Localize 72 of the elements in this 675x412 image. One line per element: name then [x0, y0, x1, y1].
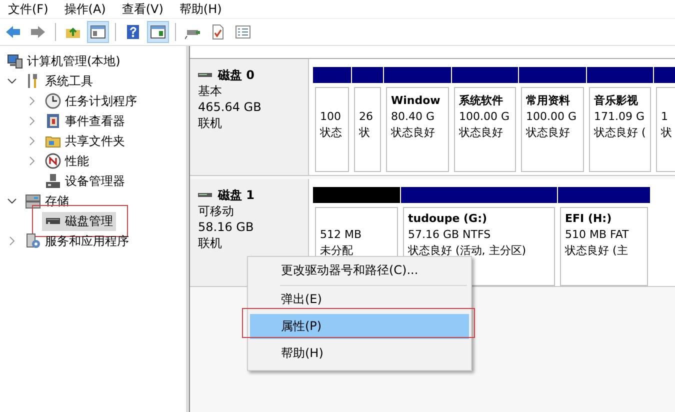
disk-name: 磁盘 0 — [218, 67, 255, 83]
partition-status: 状态良好 — [526, 125, 571, 141]
device-icon — [45, 173, 61, 189]
partition-status: 状态良好 ( — [594, 125, 647, 141]
partition-box[interactable]: Window 80.40 G 状态良好 — [386, 87, 449, 172]
tree-item[interactable]: 性能 — [42, 152, 92, 170]
storage-icon — [25, 193, 41, 209]
partition-status: 状 — [359, 125, 371, 141]
menu-item[interactable]: 操作(A) — [62, 0, 108, 18]
tree-item[interactable]: 设备管理器 — [42, 172, 128, 190]
checked-page-icon — [210, 24, 226, 40]
toolbar-button[interactable] — [147, 21, 169, 43]
disk-type: 基本 — [198, 83, 223, 99]
partition-status: 状态 — [320, 125, 343, 141]
disk-status: 联机 — [198, 235, 223, 251]
tree-item[interactable]: 计算机管理(本地) — [4, 52, 124, 70]
partition-size: 512 MB — [320, 227, 363, 243]
partition-size: 171.09 G — [594, 109, 646, 125]
log-icon — [45, 113, 61, 129]
help-icon — [125, 24, 141, 40]
partition-title: 音乐影视 — [594, 93, 639, 109]
disk-size: 465.64 GB — [198, 99, 262, 115]
menu-item[interactable]: 帮助(H) — [177, 0, 224, 18]
menu-item[interactable]: 弹出(E) — [250, 287, 469, 312]
partition-box[interactable]: 26 状 — [354, 87, 381, 172]
partition-box[interactable]: 1 状 — [656, 87, 675, 172]
list-icon — [235, 24, 251, 40]
panel-icon — [150, 24, 166, 40]
partition-size: 26 — [359, 109, 374, 125]
disk-size: 58.16 GB — [198, 219, 255, 235]
partition-status: 状态良好 (活动, 主分区) — [408, 243, 528, 259]
tree-item[interactable]: 任务计划程序 — [42, 92, 140, 110]
clock-icon — [45, 93, 61, 109]
tree-item[interactable]: 系统工具 — [22, 72, 96, 90]
tree-item[interactable]: 共享文件夹 — [42, 132, 128, 150]
partition-title: EFI (H:) — [565, 211, 613, 227]
partition-size: 80.40 G — [391, 109, 436, 125]
partition-title: 系统软件 — [459, 93, 504, 109]
partition-status: 状态良好 — [391, 125, 436, 141]
partition-box[interactable]: 常用资料 100.00 G 状态良好 — [521, 87, 584, 172]
partition-size: 100.00 G — [459, 109, 511, 125]
partition-box[interactable]: 音乐影视 171.09 G 状态良好 ( — [589, 87, 651, 172]
partition-box[interactable]: 系统软件 100.00 G 状态良好 — [454, 87, 516, 172]
partition-status: 状态良好 (主 — [565, 243, 629, 259]
partition-box[interactable]: 100 状态 — [315, 87, 349, 172]
toolbar-button[interactable] — [87, 21, 109, 43]
tree-item[interactable]: 磁盘管理 — [42, 212, 116, 230]
tree-item[interactable]: 服务和应用程序 — [22, 232, 132, 250]
partition-status: 未分配 — [320, 243, 354, 259]
partition-size: 57.16 GB NTFS — [408, 227, 492, 243]
disk-name: 磁盘 1 — [218, 187, 255, 203]
partition-title: 常用资料 — [526, 93, 571, 109]
disk-type: 可移动 — [198, 203, 235, 219]
forward-arrow-icon — [30, 24, 46, 40]
tree-item[interactable]: 事件查看器 — [42, 112, 128, 130]
partition-status: 状态良好 — [459, 125, 504, 141]
disk-status: 联机 — [198, 115, 223, 131]
back-arrow-icon — [5, 24, 21, 40]
computer-icon — [7, 53, 23, 69]
partition-size: 510 MB FAT — [565, 227, 630, 243]
menu-item[interactable]: 文件(F) — [6, 0, 50, 18]
panel-icon — [90, 24, 106, 40]
partition-status: 状 — [661, 125, 673, 141]
partition-title: Window — [391, 93, 442, 109]
partition-size: 100 — [320, 109, 342, 125]
menu-item[interactable]: 帮助(H) — [250, 341, 469, 366]
menu-item[interactable]: 属性(P) — [250, 314, 469, 339]
partition-size: 100.00 G — [526, 109, 578, 125]
menu-item[interactable]: 查看(V) — [120, 0, 166, 18]
partition-box[interactable]: EFI (H:) 510 MB FAT 状态良好 (主 — [560, 207, 648, 286]
partition-title: tudoupe (G:) — [408, 211, 488, 227]
partition-size: 1 — [661, 109, 669, 125]
